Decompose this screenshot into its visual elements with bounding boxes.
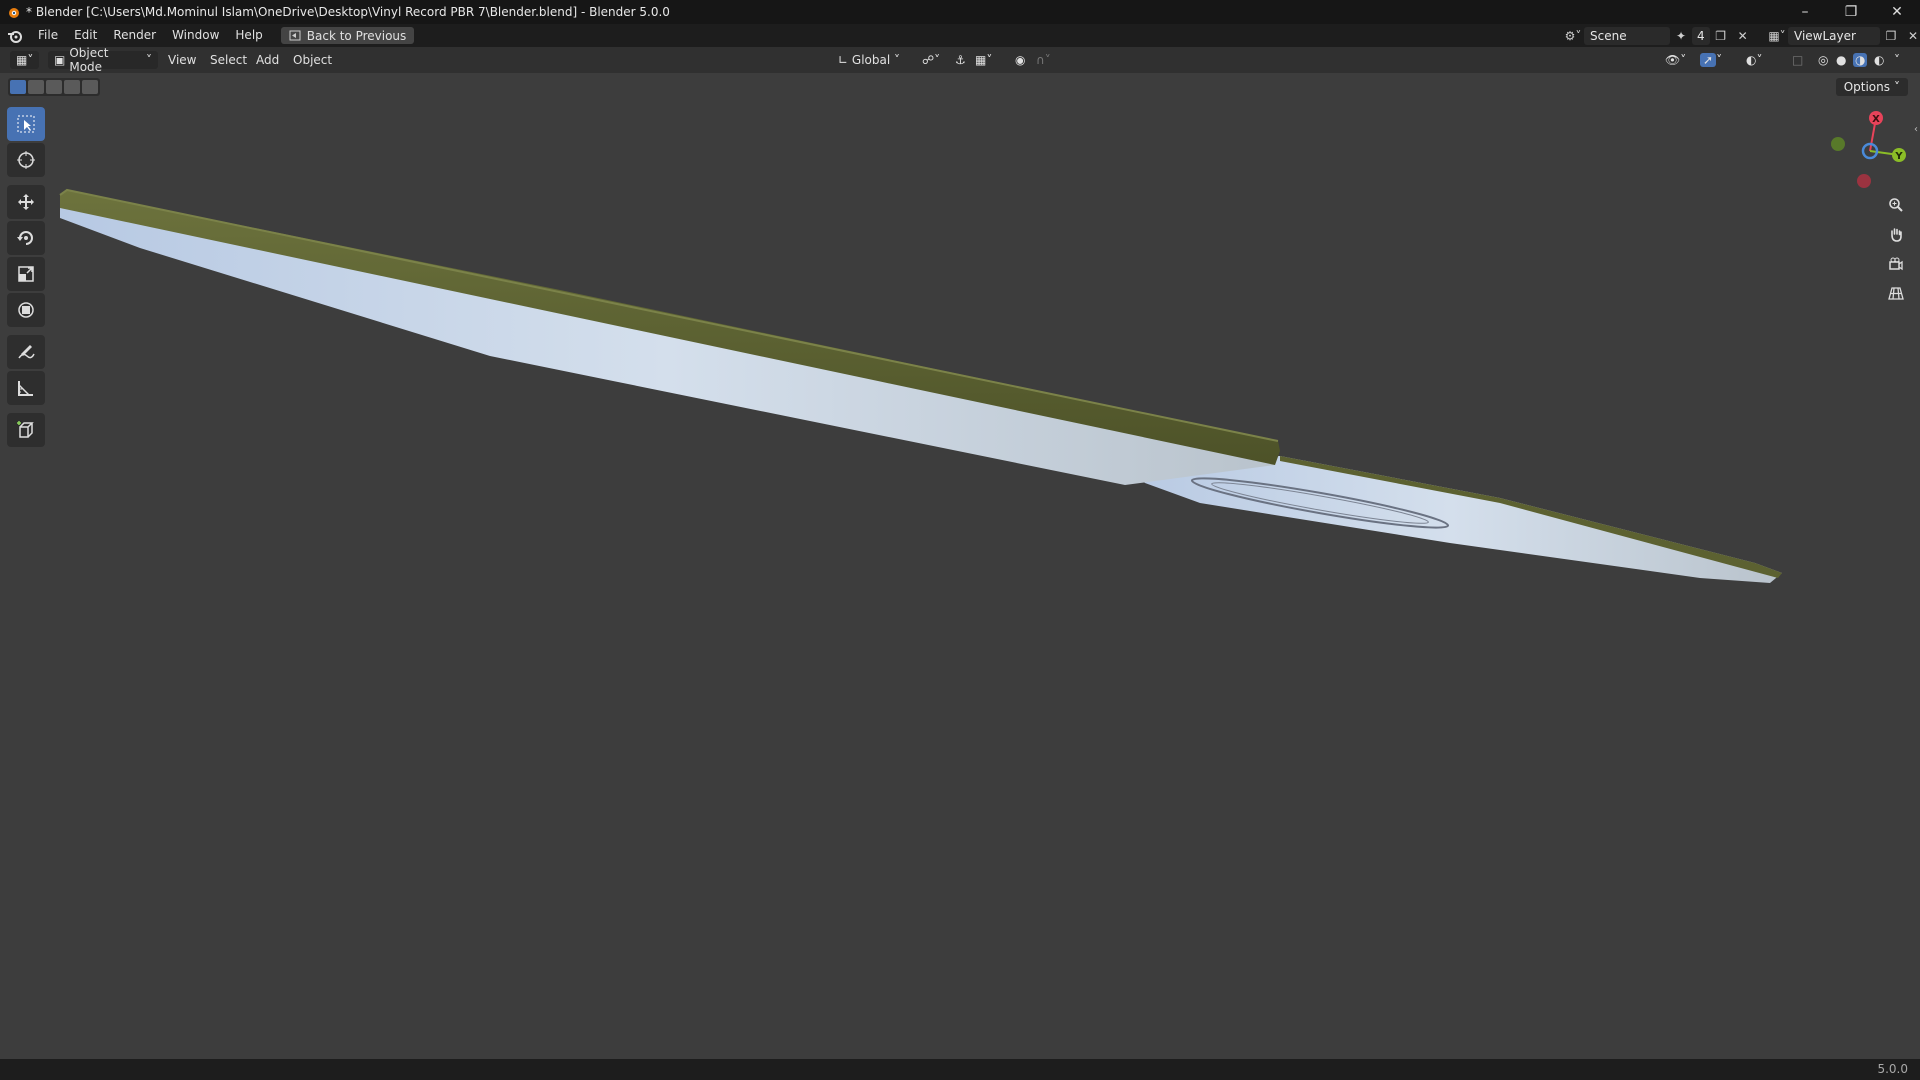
menu-help[interactable]: Help bbox=[227, 24, 270, 47]
view-layer-icon[interactable]: ▦˅ bbox=[1766, 27, 1788, 45]
select-subtract-icon[interactable] bbox=[46, 80, 62, 94]
pivot-point-icon[interactable]: ☍˅ bbox=[922, 51, 940, 69]
cursor-icon[interactable] bbox=[7, 143, 45, 177]
pin-icon[interactable]: ✦ bbox=[1670, 27, 1692, 45]
options-dropdown[interactable]: Options ˅ bbox=[1835, 78, 1908, 96]
solid-shading-icon[interactable]: ● bbox=[1836, 51, 1846, 69]
restore-icon[interactable]: ❐ bbox=[1828, 0, 1874, 24]
menu-render[interactable]: Render bbox=[105, 24, 164, 47]
select-intersect-icon[interactable] bbox=[82, 80, 98, 94]
new-view-layer-icon[interactable]: ❐ bbox=[1880, 27, 1902, 45]
version-label: 5.0.0 bbox=[1877, 1062, 1908, 1076]
blender-menu-icon[interactable] bbox=[6, 28, 24, 44]
visibility-icon[interactable]: 👁˅ bbox=[1665, 51, 1686, 69]
add-cube-icon[interactable] bbox=[7, 413, 45, 447]
vinyl-record-object[interactable] bbox=[0, 73, 1920, 1059]
measure-icon[interactable] bbox=[7, 371, 45, 405]
select-new-icon[interactable] bbox=[10, 80, 26, 94]
back-to-previous-button[interactable]: Back to Previous bbox=[280, 27, 415, 44]
scene-users-count: 4 bbox=[1692, 26, 1710, 45]
status-bar: 5.0.0 bbox=[0, 1059, 1920, 1080]
view-layer-field[interactable]: ViewLayer bbox=[1788, 26, 1880, 45]
editor-type-icon: ▦˅ bbox=[16, 53, 34, 67]
chevron-down-icon: ˅ bbox=[1894, 80, 1900, 94]
object-mode-icon: ▣ bbox=[54, 53, 66, 67]
xray-toggle-icon[interactable]: □ bbox=[1792, 51, 1803, 69]
tool-shelf bbox=[7, 107, 47, 449]
selection-mode-buttons bbox=[8, 78, 100, 96]
view-layer-name: ViewLayer bbox=[1794, 28, 1856, 43]
blender-logo-icon bbox=[9, 8, 19, 18]
gizmo-toggle-icon[interactable]: ➚ ˅ bbox=[1700, 51, 1722, 69]
select-difference-icon[interactable] bbox=[64, 80, 80, 94]
delete-scene-icon[interactable]: ✕ bbox=[1732, 27, 1754, 45]
scene-name: Scene bbox=[1590, 28, 1627, 43]
minimize-icon[interactable]: – bbox=[1782, 0, 1828, 24]
view-layer-selector: ▦˅ ViewLayer ❐ ✕ bbox=[1766, 26, 1920, 45]
scene-selector: ⚙˅ Scene ✦ 4 ❐ ✕ bbox=[1562, 26, 1754, 45]
neg-y-axis-icon[interactable] bbox=[1831, 137, 1845, 151]
menu-view[interactable]: View bbox=[168, 51, 196, 69]
navigation-gizmo[interactable]: X Y bbox=[1820, 108, 1920, 194]
scene-icon[interactable]: ⚙˅ bbox=[1562, 27, 1584, 45]
scene-name-field[interactable]: Scene bbox=[1584, 26, 1670, 45]
new-scene-icon[interactable]: ❐ bbox=[1710, 27, 1732, 45]
window-controls: – ❐ ✕ bbox=[1782, 0, 1920, 24]
scale-icon[interactable] bbox=[7, 257, 45, 291]
menu-object[interactable]: Object bbox=[293, 51, 332, 69]
material-preview-shading-icon[interactable]: ◑ bbox=[1853, 51, 1868, 69]
close-icon[interactable]: ✕ bbox=[1874, 0, 1920, 24]
snap-toggle-icon[interactable]: ⚓ bbox=[955, 51, 966, 69]
pan-hand-icon[interactable] bbox=[1884, 222, 1908, 246]
mode-dropdown[interactable]: ▣ Object Mode ˅ bbox=[48, 46, 158, 74]
back-to-previous-label: Back to Previous bbox=[306, 28, 407, 43]
rendered-shading-icon[interactable]: ◐ bbox=[1874, 51, 1884, 69]
delete-view-layer-icon[interactable]: ✕ bbox=[1902, 27, 1920, 45]
perspective-toggle-icon[interactable] bbox=[1884, 281, 1908, 305]
zoom-icon[interactable] bbox=[1884, 193, 1908, 217]
menu-edit[interactable]: Edit bbox=[66, 24, 105, 47]
move-icon[interactable] bbox=[7, 185, 45, 219]
proportional-edit-icon[interactable]: ◉ bbox=[1015, 51, 1025, 69]
shading-options-icon[interactable]: ˅ bbox=[1894, 51, 1900, 69]
options-label: Options bbox=[1843, 80, 1890, 94]
editor-type-button[interactable]: ▦˅ bbox=[10, 51, 40, 69]
viewport-header: ▦˅ ▣ Object Mode ˅ View Select Add Objec… bbox=[0, 46, 1920, 74]
3d-viewport[interactable] bbox=[0, 73, 1920, 1059]
menu-file[interactable]: File bbox=[30, 24, 66, 47]
snap-target-icon[interactable]: ▦˅ bbox=[975, 51, 992, 69]
chevron-down-icon: ˅ bbox=[894, 53, 900, 67]
wireframe-shading-icon[interactable]: ◎ bbox=[1818, 51, 1828, 69]
neg-x-axis-icon[interactable] bbox=[1857, 174, 1871, 188]
menu-window[interactable]: Window bbox=[164, 24, 227, 47]
falloff-icon[interactable]: ∩˅ bbox=[1036, 51, 1051, 69]
overlays-icon[interactable]: ◐˅ bbox=[1746, 51, 1762, 69]
camera-view-icon[interactable] bbox=[1884, 252, 1908, 276]
y-axis-label: Y bbox=[1894, 151, 1903, 162]
title-bar: * Blender [C:\Users\Md.Mominul Islam\One… bbox=[0, 0, 1920, 24]
select-extend-icon[interactable] bbox=[28, 80, 44, 94]
rotate-icon[interactable] bbox=[7, 221, 45, 255]
menu-add[interactable]: Add bbox=[256, 51, 279, 69]
orientation-label: Global bbox=[851, 53, 891, 67]
chevron-down-icon: ˅ bbox=[146, 53, 152, 67]
window-title: * Blender [C:\Users\Md.Mominul Islam\One… bbox=[26, 5, 670, 19]
select-box-icon[interactable] bbox=[7, 107, 45, 141]
annotate-icon[interactable] bbox=[7, 335, 45, 369]
transform-icon[interactable] bbox=[7, 293, 45, 327]
orientation-icon: ∟ bbox=[838, 53, 849, 67]
transform-orientation-dropdown[interactable]: ∟ Global ˅ bbox=[838, 51, 900, 69]
back-icon bbox=[289, 30, 301, 41]
x-axis-label: X bbox=[1872, 114, 1880, 125]
menu-select[interactable]: Select bbox=[210, 51, 247, 69]
mode-label: Object Mode bbox=[69, 46, 109, 74]
